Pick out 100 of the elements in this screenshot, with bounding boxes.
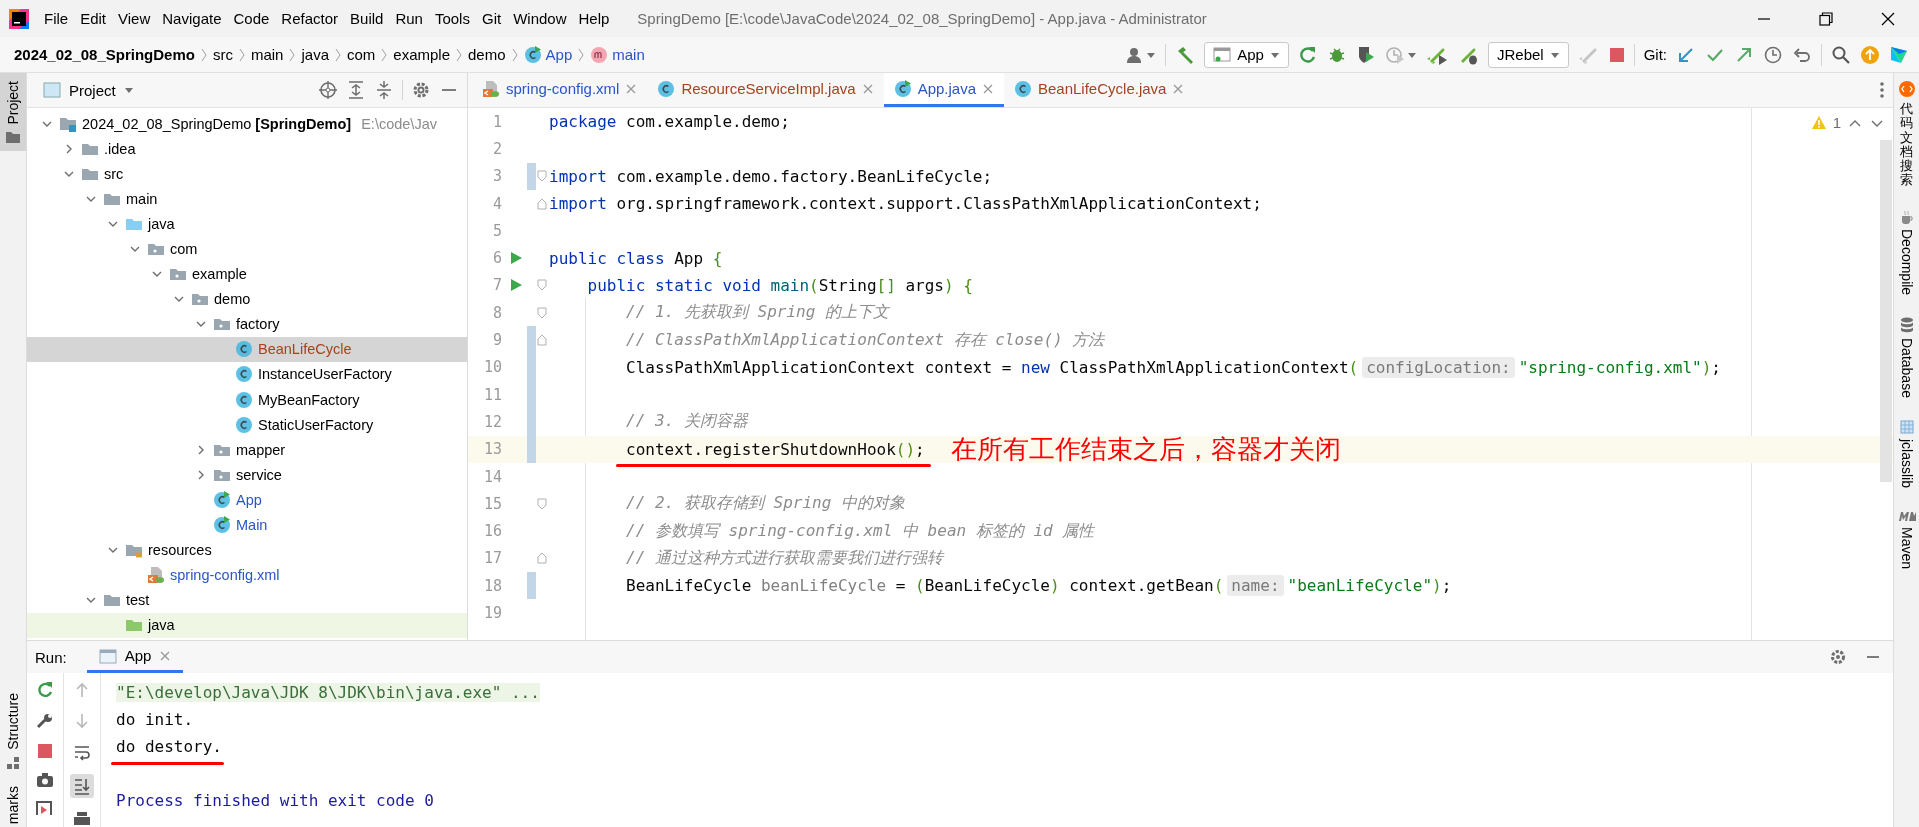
tree-item[interactable]: Main — [27, 512, 467, 538]
breadcrumb-item[interactable]: main — [250, 46, 284, 63]
scrollbar[interactable] — [1880, 140, 1892, 482]
locate-icon[interactable] — [318, 80, 338, 100]
fold-icon[interactable] — [537, 306, 547, 319]
tool-window-button[interactable]: Decompile — [1898, 228, 1915, 295]
change-marker[interactable] — [527, 326, 536, 354]
tree-item[interactable]: 2024_02_08_SpringDemo [SpringDemo] E:\code\Jav — [27, 111, 467, 137]
run-config-dropdown[interactable]: App — [1204, 41, 1289, 68]
arrow-down-icon[interactable] — [73, 712, 91, 730]
fold-end-icon[interactable] — [537, 197, 547, 210]
print-icon[interactable] — [73, 811, 91, 825]
change-marker[interactable] — [527, 435, 536, 463]
fold-end-icon[interactable] — [537, 334, 547, 346]
menu-item[interactable]: Git — [475, 7, 508, 30]
tree-item[interactable]: InstanceUserFactory — [27, 361, 467, 388]
menu-item[interactable]: Build — [344, 7, 390, 30]
tree-item[interactable]: service — [27, 462, 467, 488]
menu-item[interactable]: File — [38, 7, 75, 30]
tree-item[interactable]: com — [27, 236, 467, 262]
rerun-icon[interactable] — [1297, 44, 1318, 65]
editor-tab[interactable]: App.java — [883, 73, 1004, 107]
menu-item[interactable]: Refactor — [275, 7, 345, 30]
run-icon[interactable] — [509, 278, 523, 293]
more-icon[interactable] — [1879, 81, 1885, 99]
search-icon[interactable] — [1831, 44, 1851, 65]
tree-item[interactable]: MyBeanFactory — [27, 387, 467, 413]
breadcrumb-item[interactable]: 2024_02_08_SpringDemo — [14, 46, 195, 63]
profiler-icon[interactable] — [1384, 44, 1405, 65]
line-number: 13 — [482, 440, 502, 459]
menu-item[interactable]: Help — [572, 7, 616, 30]
tree-item[interactable]: App — [27, 487, 467, 513]
breadcrumb-item[interactable]: com — [347, 46, 376, 63]
tree-item[interactable]: resources — [27, 537, 467, 563]
tool-window-button[interactable]: Database — [1898, 337, 1915, 398]
breadcrumb-item[interactable]: example — [393, 46, 451, 63]
change-marker[interactable] — [527, 572, 536, 600]
fold-icon[interactable] — [537, 279, 547, 292]
warning-count[interactable]: 1 — [1832, 114, 1841, 131]
breadcrumb-item[interactable]: java — [301, 46, 329, 63]
settings-icon[interactable] — [411, 80, 431, 100]
tree-item[interactable]: StaticUserFactory — [27, 412, 467, 438]
tree-item[interactable]: mapper — [27, 437, 467, 463]
tool-window-button[interactable]: marks — [0, 777, 26, 827]
run-icon[interactable] — [509, 251, 523, 266]
stop-icon[interactable] — [1608, 46, 1625, 63]
tree-item[interactable]: demo — [27, 286, 467, 312]
menu-item[interactable]: Navigate — [156, 7, 228, 30]
tool-window-button[interactable]: 代码文档搜索 — [1900, 102, 1913, 188]
editor-tab[interactable]: spring-config.xml — [472, 73, 648, 107]
breadcrumb-item[interactable]: demo — [468, 46, 506, 63]
scroll-to-end-icon[interactable] — [73, 777, 91, 795]
tool-window-button[interactable]: Project — [0, 73, 26, 151]
tree-item[interactable]: BeanLifeCycle — [27, 336, 467, 362]
fold-end-icon[interactable] — [537, 552, 547, 565]
run-tab[interactable]: App — [86, 641, 184, 673]
exit-icon[interactable] — [36, 801, 54, 815]
editor-tab[interactable]: ResourceServiceImpl.java — [647, 73, 884, 107]
close-icon[interactable] — [1881, 11, 1895, 26]
menu-item[interactable]: Tools — [428, 7, 476, 30]
wrench-icon[interactable] — [36, 712, 54, 730]
editor-tab[interactable]: BeanLifeCycle.java — [1004, 73, 1195, 107]
stop-icon[interactable] — [37, 743, 53, 759]
tree-item[interactable]: spring-config.xml — [27, 562, 467, 588]
tree-item[interactable]: factory — [27, 311, 467, 337]
tree-item[interactable]: java — [27, 211, 467, 237]
change-marker[interactable] — [527, 162, 536, 190]
menu-item[interactable]: Run — [389, 7, 429, 30]
menu-item[interactable]: Edit — [74, 7, 113, 30]
tree-item[interactable]: java — [27, 612, 467, 638]
breadcrumb-item[interactable]: App — [545, 46, 573, 63]
collapse-all-icon[interactable] — [374, 80, 394, 100]
tree-item[interactable]: test — [27, 587, 467, 613]
soft-wrap-icon[interactable] — [73, 743, 91, 761]
history-clock-icon[interactable] — [1763, 44, 1783, 65]
jrebel-dropdown[interactable]: JRebel — [1487, 41, 1569, 68]
menu-item[interactable]: Window — [507, 7, 573, 30]
expand-all-icon[interactable] — [346, 80, 366, 100]
tool-window-button[interactable]: jclasslib — [1898, 438, 1915, 488]
camera-icon[interactable] — [36, 772, 54, 788]
tree-item[interactable]: main — [27, 186, 467, 212]
folder-icon — [169, 266, 187, 283]
fold-icon[interactable] — [537, 170, 547, 183]
panel-title[interactable]: Project — [69, 81, 116, 99]
breadcrumb-item[interactable]: src — [212, 46, 233, 63]
tree-item[interactable]: example — [27, 261, 467, 287]
caret-down-icon[interactable] — [123, 85, 134, 95]
tree-item[interactable]: .idea — [27, 136, 467, 162]
update-available-icon[interactable] — [1860, 44, 1880, 65]
fold-icon[interactable] — [537, 497, 547, 510]
settings-icon[interactable] — [1829, 648, 1847, 666]
menu-item[interactable]: Code — [227, 7, 276, 30]
tool-window-button[interactable]: Structure — [0, 685, 26, 778]
rerun-icon[interactable] — [36, 681, 54, 699]
menu-item[interactable]: View — [112, 7, 157, 30]
restore-icon[interactable] — [1819, 11, 1833, 26]
breadcrumb-item[interactable]: main — [612, 46, 645, 63]
tool-window-button[interactable]: Maven — [1898, 526, 1915, 569]
tree-item[interactable]: src — [27, 161, 467, 187]
toolbox-logo-icon[interactable] — [1889, 44, 1909, 65]
